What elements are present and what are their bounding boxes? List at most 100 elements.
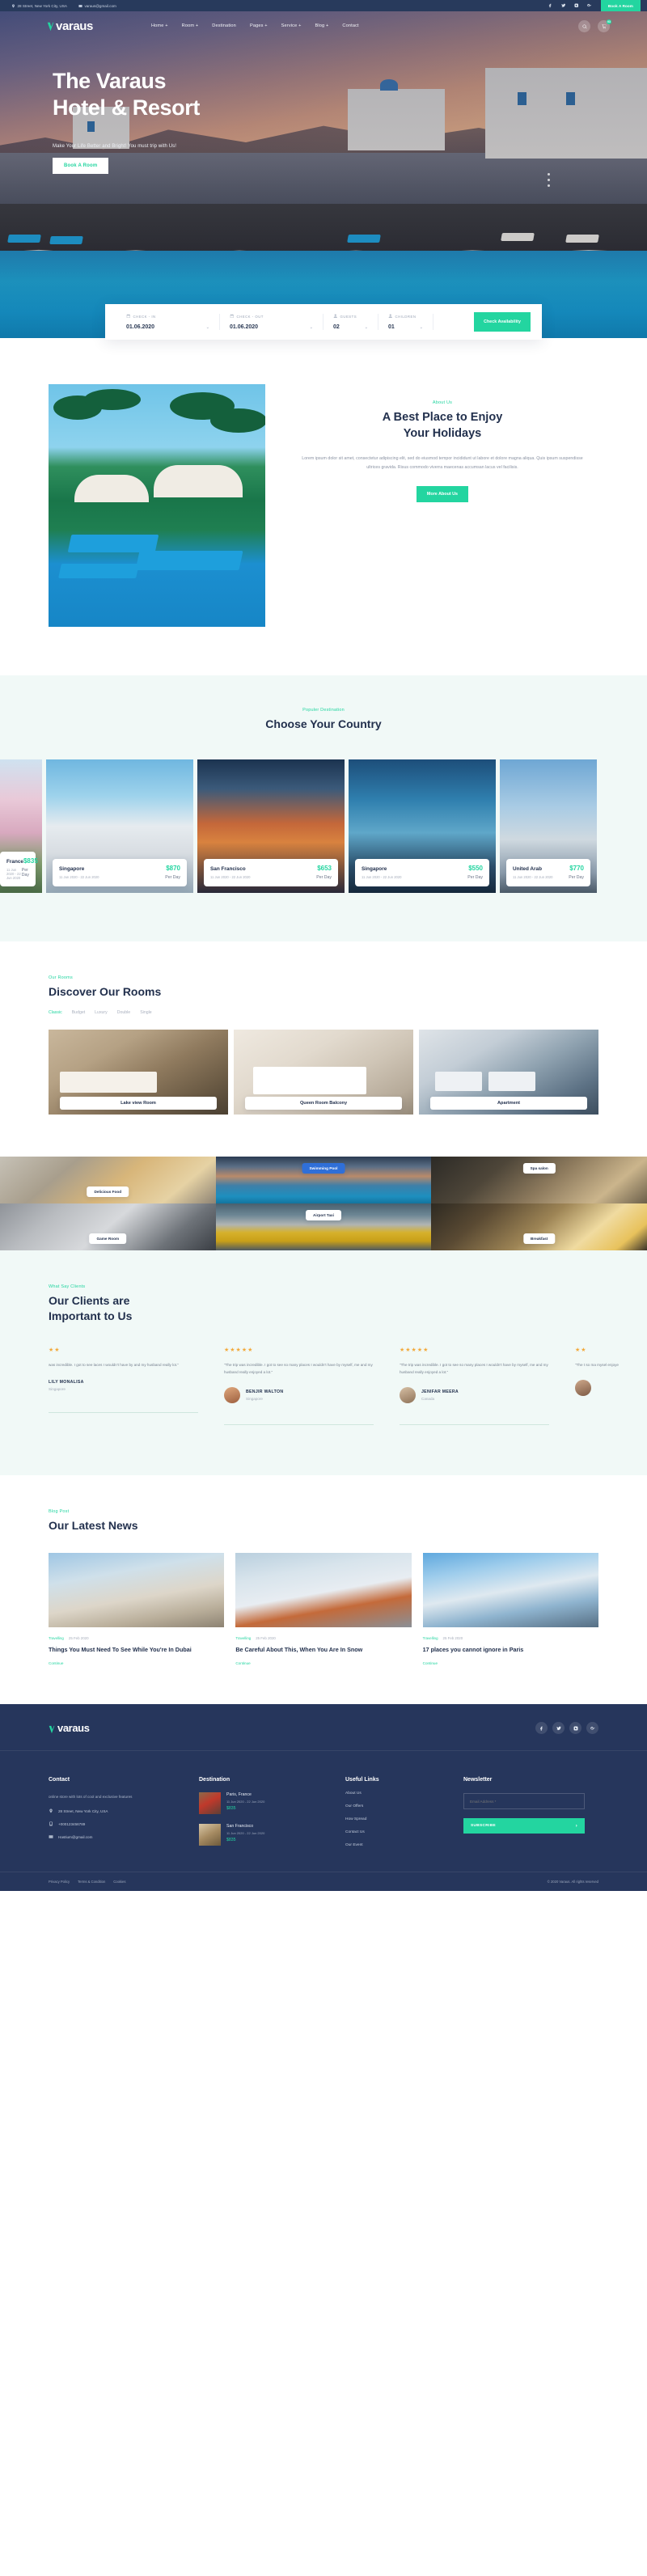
destination-card[interactable]: Singapore $870 11 Jun 2020 - 22 Jun 2020…	[46, 759, 193, 893]
checkin-value-row[interactable]: 01.06.2020 ⌄	[126, 324, 209, 330]
blog-card-tag[interactable]: Travelling	[235, 1636, 251, 1640]
room-card[interactable]: Lake view Room	[49, 1029, 228, 1115]
tab-single[interactable]: Single	[140, 1010, 151, 1015]
footer-link-our-offers[interactable]: Our Offers	[345, 1804, 442, 1808]
nav-item-contact[interactable]: Contact	[342, 23, 358, 28]
destination-card[interactable]: France $835 11 Jun 2020 - 22 Jun 2020 Pe…	[0, 759, 42, 893]
twitter-icon[interactable]	[552, 1722, 565, 1735]
newsletter-email-input[interactable]	[463, 1793, 585, 1810]
newsletter-subscribe-button[interactable]: SUBSCRIBE ›	[463, 1818, 585, 1834]
destinations-carousel[interactable]: France $835 11 Jun 2020 - 22 Jun 2020 Pe…	[0, 759, 647, 893]
footer-socials	[535, 1722, 598, 1735]
facebook-icon[interactable]	[544, 0, 557, 11]
nav-item-pages[interactable]: Pages +	[250, 23, 268, 28]
service-tile[interactable]: Game Room	[0, 1203, 216, 1250]
twitter-icon[interactable]	[557, 0, 570, 11]
top-bar-book-a-room-button[interactable]: Book A Room	[600, 0, 641, 11]
service-tile[interactable]: Delicious Food	[0, 1156, 216, 1203]
testimonials-carousel[interactable]: ★★ was incredible. I got to see laces I …	[49, 1347, 647, 1426]
nav-item-service[interactable]: Service +	[281, 23, 302, 28]
hero-slider-dots[interactable]	[548, 173, 550, 187]
blog-card-meta: Travelling 25 Feb 2020	[423, 1636, 598, 1640]
footer-link-how-spread[interactable]: How Spread	[345, 1817, 442, 1821]
hero-book-a-room-button[interactable]: Book A Room	[53, 157, 109, 174]
footer-contact-email[interactable]: Hastium@gmail.com	[49, 1834, 178, 1840]
tab-double[interactable]: Double	[117, 1010, 130, 1015]
destination-card[interactable]: San Francisco $653 11 Jun 2020 - 22 Jun …	[197, 759, 345, 893]
children-field[interactable]: CHILDREN 01 ⌄	[378, 313, 433, 331]
guests-field[interactable]: GUESTS 02 ⌄	[324, 313, 378, 331]
chevron-down-icon[interactable]: ⌄	[347, 325, 368, 330]
blog-card-continue-link[interactable]: Continue	[235, 1661, 411, 1665]
cart-button[interactable]: 03	[598, 19, 611, 32]
blog-card-tag[interactable]: Travelling	[423, 1636, 438, 1640]
blog-card-continue-link[interactable]: Continue	[49, 1661, 224, 1665]
chevron-down-icon[interactable]: ⌄	[292, 325, 313, 330]
footer-privacy-policy-link[interactable]: Privacy Policy	[49, 1880, 70, 1884]
footer-link-our-event[interactable]: Our Event	[345, 1843, 442, 1847]
destination-card[interactable]: United Arab $770 11 Jun 2020 - 22 Jun 20…	[500, 759, 597, 893]
blog-card-title[interactable]: Be Careful About This, When You Are In S…	[235, 1646, 411, 1655]
instagram-icon[interactable]	[569, 1722, 581, 1735]
destination-card[interactable]: Singapore $550 11 Jun 2020 - 22 Jun 2020…	[349, 759, 496, 893]
blog-card-image	[49, 1553, 225, 1628]
google-plus-icon[interactable]	[586, 1722, 598, 1735]
chevron-down-icon[interactable]: ⌄	[402, 325, 423, 330]
footer-link-about-us[interactable]: About Us	[345, 1791, 442, 1796]
facebook-icon[interactable]	[535, 1722, 548, 1735]
nav-item-destination[interactable]: Destination	[212, 23, 236, 28]
footer-contact-phone[interactable]: +000123456789	[49, 1821, 178, 1827]
checkout-value-row[interactable]: 01.06.2020 ⌄	[230, 324, 313, 330]
footer-destination-item[interactable]: San Francisco 11 Jun 2020 - 22 Jun 2020 …	[199, 1824, 324, 1846]
blog-card-continue-link[interactable]: Continue	[423, 1661, 598, 1665]
nav-item-room[interactable]: Room +	[182, 23, 199, 28]
service-tile[interactable]: Spa salon	[431, 1156, 647, 1203]
footer-destination-item[interactable]: Paris, France 11 Jun 2020 - 22 Jun 2020 …	[199, 1792, 324, 1815]
about-eyebrow: About Us	[432, 400, 453, 405]
blog-card-title[interactable]: Things You Must Need To See While You're…	[49, 1646, 224, 1655]
nav-item-blog[interactable]: Blog +	[315, 23, 329, 28]
site-logo[interactable]: varaus	[47, 19, 93, 33]
guests-value-row[interactable]: 02 ⌄	[333, 324, 368, 330]
service-tile[interactable]: Swimming Pool	[215, 1156, 432, 1203]
blog-card[interactable]: Travelling 25 Feb 2020 Be Careful About …	[235, 1553, 412, 1665]
hero-dot[interactable]	[548, 184, 550, 187]
blog-card-title[interactable]: 17 places you cannot ignore in Paris	[423, 1646, 598, 1655]
nav-item-home[interactable]: Home +	[151, 23, 168, 28]
tab-budget[interactable]: Budget	[72, 1010, 85, 1015]
chevron-down-icon[interactable]: ⌄	[188, 325, 209, 330]
rooms-eyebrow: Our Rooms	[49, 975, 73, 980]
footer-link-contact-us[interactable]: Contact Us	[345, 1830, 442, 1834]
destination-name: United Arab	[513, 865, 542, 872]
footer-logo[interactable]: varaus	[49, 1722, 90, 1734]
testimonial-divider	[49, 1411, 198, 1413]
google-plus-icon[interactable]	[583, 0, 596, 11]
room-card[interactable]: Queen Room Balcony	[234, 1029, 413, 1115]
tab-classic[interactable]: Classic	[49, 1010, 62, 1015]
tab-luxury[interactable]: Luxury	[95, 1010, 108, 1015]
blog-card[interactable]: Travelling 25 Feb 2020 Things You Must N…	[49, 1553, 225, 1665]
service-tile[interactable]: Airport Taxi	[215, 1203, 432, 1250]
check-availability-button[interactable]: Check Availability	[474, 312, 531, 332]
blog-card-tag[interactable]: Travelling	[49, 1636, 64, 1640]
checkin-field[interactable]: CHECK - IN 01.06.2020 ⌄	[116, 313, 220, 331]
testimonial-quote: "The t so ma mysel enjoye	[575, 1362, 619, 1367]
blog-card[interactable]: Travelling 25 Feb 2020 17 places you can…	[422, 1553, 598, 1665]
testimonials-title-line-2: Important to Us	[49, 1309, 133, 1322]
footer-cookies-link[interactable]: Cookies	[113, 1880, 125, 1884]
person-icon	[388, 314, 393, 319]
top-bar-email[interactable]: varaus@gmail.com	[78, 4, 116, 8]
hero-dot[interactable]	[548, 179, 550, 181]
checkout-field[interactable]: CHECK - OUT 01.06.2020 ⌄	[220, 313, 324, 331]
instagram-icon[interactable]	[570, 0, 583, 11]
footer-terms-link[interactable]: Terms & Condition	[78, 1880, 105, 1884]
service-tile[interactable]: Breakfast	[431, 1203, 647, 1250]
room-card[interactable]: Apartment	[419, 1029, 598, 1115]
destinations-eyebrow: Populer Destination	[302, 708, 345, 713]
testimonial-author-name: LILY MONALISA	[49, 1379, 84, 1385]
footer-useful-links-column: Useful Links About Us Our Offers How Spr…	[345, 1777, 442, 1847]
more-about-us-button[interactable]: More About Us	[416, 486, 469, 503]
hero-dot[interactable]	[548, 173, 550, 176]
children-value-row[interactable]: 01 ⌄	[388, 324, 423, 330]
search-button[interactable]	[578, 19, 590, 32]
